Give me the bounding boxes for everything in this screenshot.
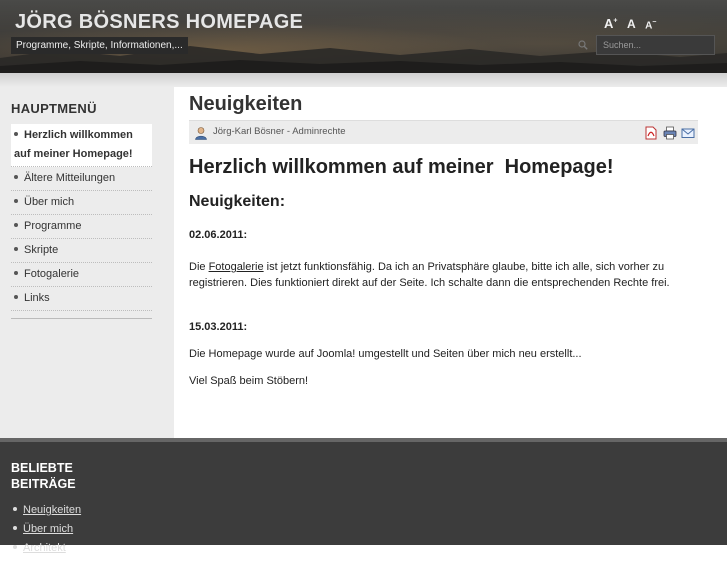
search-icon bbox=[578, 40, 588, 50]
search-input[interactable] bbox=[596, 35, 715, 55]
main-menu: Herzlich willkommen auf meiner Homepage!… bbox=[11, 124, 152, 311]
menu-item-older-news[interactable]: Ältere Mitteilungen bbox=[11, 167, 152, 191]
email-icon[interactable] bbox=[681, 126, 695, 140]
bullet-icon bbox=[14, 271, 18, 275]
menu-item-links[interactable]: Links bbox=[11, 287, 152, 311]
news-date: 02.06.2011: bbox=[189, 229, 248, 241]
menu-item-home[interactable]: Herzlich willkommen auf meiner Homepage! bbox=[11, 124, 152, 167]
popular-link[interactable]: Architekt bbox=[23, 542, 66, 554]
popular-articles-heading: BELIEBTE BEITRÄGE bbox=[11, 461, 76, 491]
news-paragraph: Die Homepage wurde auf Joomla! umgestell… bbox=[189, 348, 582, 360]
list-item: Neuigkeiten bbox=[13, 504, 81, 517]
news-date: 15.03.2011: bbox=[189, 321, 248, 333]
popular-link[interactable]: Neuigkeiten bbox=[23, 504, 81, 516]
page-title: Neuigkeiten bbox=[189, 93, 303, 115]
bullet-icon bbox=[13, 507, 17, 511]
article-meta-bar: Jörg-Karl Bösner - Adminrechte bbox=[189, 120, 698, 144]
list-item: Architekt bbox=[13, 542, 81, 555]
sidebar: HAUPTMENÜ Herzlich willkommen auf meiner… bbox=[0, 87, 174, 438]
site-subtitle: Programme, Skripte, Informationen,... bbox=[11, 37, 188, 54]
closing-text: Viel Spaß beim Stöbern! bbox=[189, 375, 309, 387]
article-author: Jörg-Karl Bösner - Adminrechte bbox=[213, 126, 346, 137]
font-reset-button[interactable]: A bbox=[627, 17, 636, 31]
menu-divider bbox=[11, 318, 152, 319]
main-menu-heading: HAUPTMENÜ bbox=[11, 101, 97, 116]
list-item: Über mich bbox=[13, 523, 81, 536]
bullet-icon bbox=[13, 545, 17, 549]
footer: BELIEBTE BEITRÄGE Neuigkeiten Über mich A… bbox=[0, 438, 727, 554]
pdf-icon[interactable] bbox=[644, 126, 658, 140]
menu-item-about-me[interactable]: Über mich bbox=[11, 191, 152, 215]
font-size-controls: A+ A A− bbox=[604, 15, 661, 33]
font-increase-button[interactable]: A+ bbox=[604, 16, 617, 31]
menu-item-programs[interactable]: Programme bbox=[11, 215, 152, 239]
popular-articles-list: Neuigkeiten Über mich Architekt bbox=[13, 504, 81, 561]
bullet-icon bbox=[14, 247, 18, 251]
bullet-icon bbox=[14, 175, 18, 179]
bullet-icon bbox=[13, 526, 17, 530]
menu-item-scripts[interactable]: Skripte bbox=[11, 239, 152, 263]
print-icon[interactable] bbox=[663, 126, 677, 140]
bullet-icon bbox=[14, 132, 18, 136]
bullet-icon bbox=[14, 295, 18, 299]
font-decrease-button[interactable]: A− bbox=[645, 19, 656, 31]
news-paragraph: Die Fotogalerie ist jetzt funktionsfähig… bbox=[189, 261, 670, 289]
bullet-icon bbox=[14, 199, 18, 203]
main-content: Neuigkeiten Jörg-Karl Bösner - Adminrech… bbox=[174, 87, 727, 438]
article-title: Herzlich willkommen auf meiner Homepage! bbox=[189, 156, 614, 178]
bullet-icon bbox=[14, 223, 18, 227]
site-header: JÖRG BÖSNERS HOMEPAGE Programme, Skripte… bbox=[0, 0, 727, 73]
top-shadow-bar bbox=[0, 73, 727, 87]
gallery-link[interactable]: Fotogalerie bbox=[209, 261, 264, 273]
article-subheading: Neuigkeiten: bbox=[189, 193, 286, 210]
popular-link[interactable]: Über mich bbox=[23, 523, 73, 535]
menu-item-gallery[interactable]: Fotogalerie bbox=[11, 263, 152, 287]
site-title[interactable]: JÖRG BÖSNERS HOMEPAGE bbox=[15, 11, 303, 34]
user-icon bbox=[195, 127, 207, 140]
